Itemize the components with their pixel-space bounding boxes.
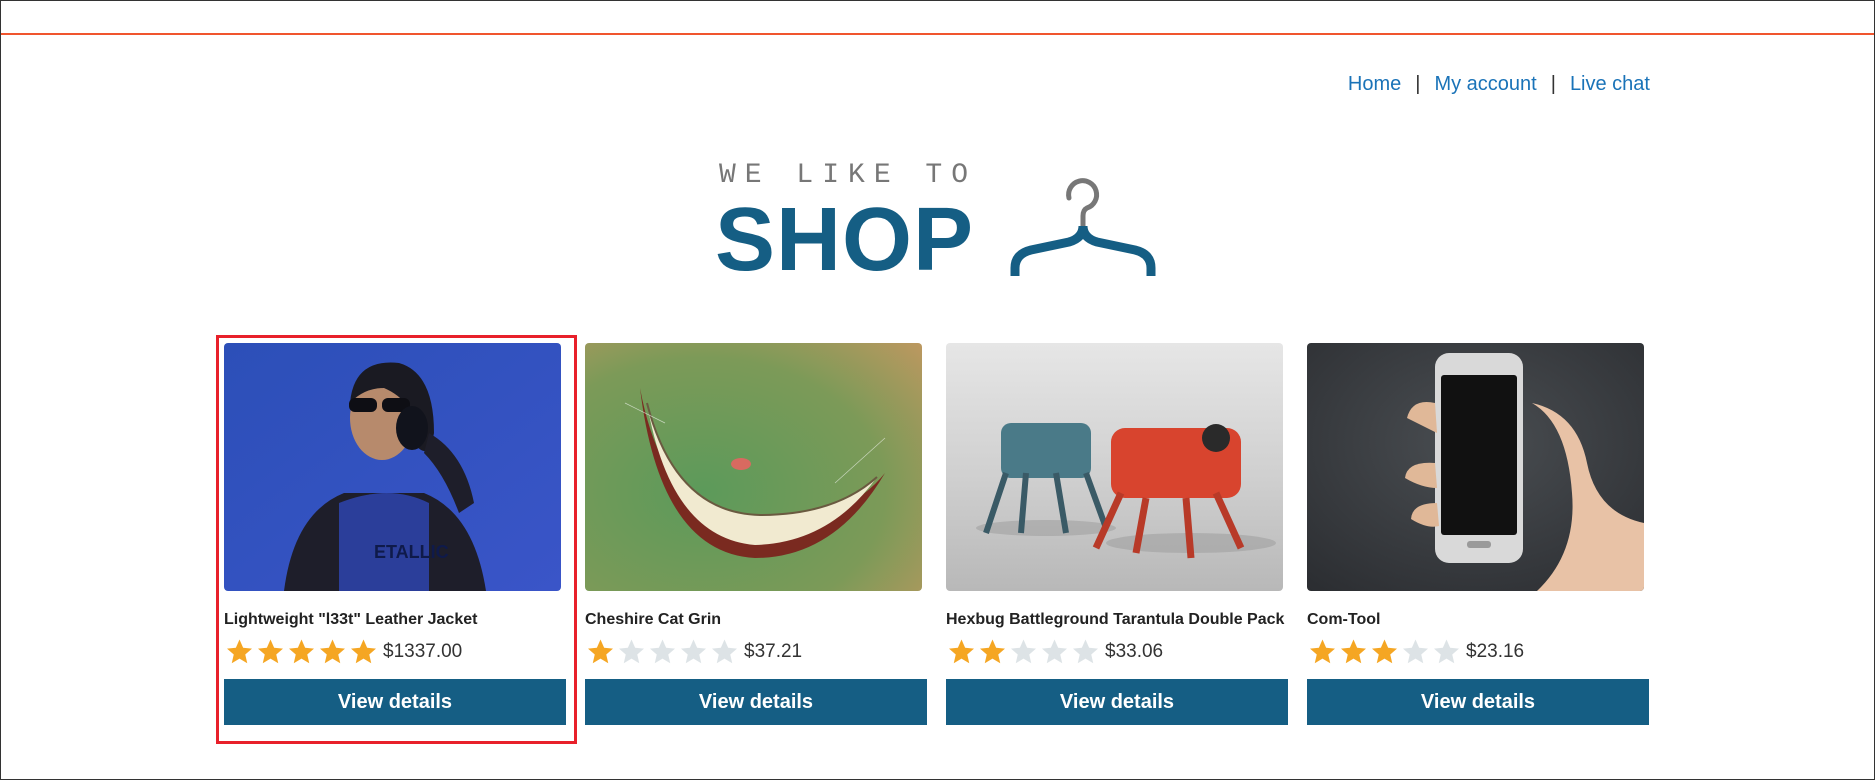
product-rating: $1337.00 — [224, 637, 566, 667]
star-filled-icon — [227, 639, 252, 664]
view-details-button[interactable]: View details — [946, 679, 1288, 725]
product-title[interactable]: Lightweight "l33t" Leather Jacket — [224, 611, 566, 629]
star-filled-icon — [1310, 639, 1335, 664]
nav-separator: | — [1415, 73, 1421, 95]
star-rating — [224, 637, 379, 667]
product-image[interactable] — [585, 343, 922, 591]
product-card: Com-Tool $23.16 View details — [1307, 343, 1649, 725]
star-empty-icon — [1011, 639, 1036, 664]
product-rating: $23.16 — [1307, 637, 1649, 667]
product-price: $23.16 — [1466, 641, 1525, 662]
product-rating: $37.21 — [585, 637, 927, 667]
view-details-button[interactable]: View details — [224, 679, 566, 725]
star-rating — [946, 637, 1101, 667]
star-filled-icon — [289, 639, 314, 664]
view-details-button[interactable]: View details — [585, 679, 927, 725]
star-rating — [585, 637, 740, 667]
star-filled-icon — [320, 639, 345, 664]
star-empty-icon — [1434, 639, 1459, 664]
star-filled-icon — [351, 639, 376, 664]
product-price: $33.06 — [1105, 641, 1164, 662]
svg-text:ETALLIC: ETALLIC — [374, 542, 449, 562]
product-title[interactable]: Hexbug Battleground Tarantula Double Pac… — [946, 611, 1288, 629]
product-card: ETALLIC Lightweight "l33t" Leather Jacke… — [224, 343, 566, 725]
header-accent-rule — [1, 33, 1874, 35]
product-title[interactable]: Com-Tool — [1307, 611, 1649, 629]
product-card: Cheshire Cat Grin $37.21 View details — [585, 343, 927, 725]
product-price: $37.21 — [744, 641, 803, 662]
product-price: $1337.00 — [383, 641, 463, 662]
star-empty-icon — [681, 639, 706, 664]
star-rating — [1307, 637, 1462, 667]
star-filled-icon — [588, 639, 613, 664]
star-empty-icon — [1403, 639, 1428, 664]
star-filled-icon — [258, 639, 283, 664]
logo-wordmark: SHOP — [715, 190, 975, 290]
star-empty-icon — [1073, 639, 1098, 664]
view-details-button[interactable]: View details — [1307, 679, 1649, 725]
star-empty-icon — [712, 639, 737, 664]
star-empty-icon — [650, 639, 675, 664]
star-empty-icon — [1042, 639, 1067, 664]
product-image[interactable] — [946, 343, 1283, 591]
product-image[interactable] — [1307, 343, 1644, 591]
nav-my-account-link[interactable]: My account — [1434, 73, 1536, 96]
product-image[interactable]: ETALLIC — [224, 343, 561, 591]
product-title[interactable]: Cheshire Cat Grin — [585, 611, 927, 629]
top-nav: Home | My account | Live chat — [1348, 73, 1650, 96]
hanger-icon — [1010, 178, 1156, 276]
star-filled-icon — [980, 639, 1005, 664]
star-filled-icon — [1341, 639, 1366, 664]
nav-separator: | — [1550, 73, 1556, 95]
product-card: Hexbug Battleground Tarantula Double Pac… — [946, 343, 1288, 725]
nav-home-link[interactable]: Home — [1348, 73, 1401, 96]
nav-live-chat-link[interactable]: Live chat — [1570, 73, 1650, 96]
logo-tagline: WE LIKE TO — [719, 160, 978, 191]
star-filled-icon — [949, 639, 974, 664]
star-filled-icon — [1372, 639, 1397, 664]
product-rating: $33.06 — [946, 637, 1288, 667]
star-empty-icon — [619, 639, 644, 664]
site-logo[interactable]: WE LIKE TO SHOP — [715, 160, 1165, 290]
product-grid: ETALLIC Lightweight "l33t" Leather Jacke… — [224, 343, 1649, 725]
